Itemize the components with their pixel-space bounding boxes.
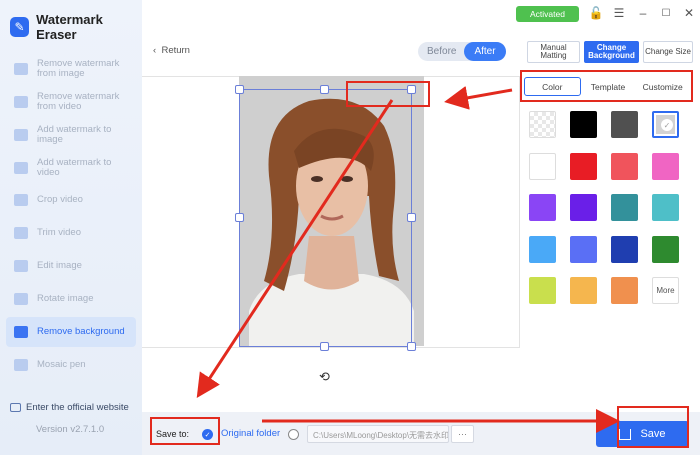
before-option[interactable]: Before	[427, 46, 456, 57]
sidebar-item-mosaic-pen[interactable]: Mosaic pen	[6, 350, 136, 380]
color-swatch[interactable]	[570, 194, 597, 221]
sidebar-item-rotate-image[interactable]: Rotate image	[6, 284, 136, 314]
color-swatch[interactable]	[529, 235, 556, 263]
activated-badge: Activated	[516, 6, 579, 22]
selection-box[interactable]	[239, 89, 412, 347]
app-header: ✎ Watermark Eraser	[10, 12, 142, 42]
color-swatch[interactable]	[529, 111, 556, 138]
sidebar-item-remove-watermark-video[interactable]: Remove watermark from video	[6, 87, 136, 117]
resize-handle-top[interactable]	[320, 85, 329, 94]
maximize-icon[interactable]: ☐	[658, 5, 674, 21]
monitor-icon	[10, 403, 21, 412]
color-swatch[interactable]	[529, 194, 556, 221]
video-icon	[14, 96, 28, 108]
edit-icon	[14, 260, 28, 272]
sidebar: ✎ Watermark Eraser Remove watermark from…	[0, 0, 142, 455]
color-swatch[interactable]	[652, 235, 679, 263]
sidebar-item-label: Add watermark to image	[37, 124, 112, 145]
browse-folder-button[interactable]: ···	[451, 425, 474, 443]
official-website-label: Enter the official website	[26, 402, 129, 413]
color-swatch[interactable]	[611, 235, 638, 263]
annotation-box-watermark	[346, 81, 430, 107]
close-icon[interactable]: ✕	[681, 5, 697, 21]
version-label: Version v2.7.1.0	[36, 424, 105, 435]
sidebar-item-label: Add watermark to video	[37, 157, 112, 178]
before-after-toggle[interactable]: Before After	[418, 42, 506, 61]
resize-handle-top-left[interactable]	[235, 85, 244, 94]
return-button[interactable]: ‹ Return	[153, 45, 190, 56]
sidebar-item-remove-watermark-image[interactable]: Remove watermark from image	[6, 54, 136, 84]
remove-background-icon	[14, 326, 28, 338]
tab-change-background[interactable]: Change Background	[584, 41, 639, 63]
annotation-box-color-tabs	[520, 70, 693, 102]
color-swatch[interactable]	[570, 235, 597, 263]
tab-change-size[interactable]: Change Size	[643, 41, 693, 63]
after-option[interactable]: After	[464, 42, 506, 61]
color-swatch[interactable]: ✓	[652, 111, 679, 138]
sidebar-item-label: Mosaic pen	[37, 359, 86, 370]
custom-folder-radio[interactable]	[288, 429, 299, 440]
mosaic-icon	[14, 359, 28, 371]
sidebar-item-label: Edit image	[37, 260, 82, 271]
annotation-box-save-to	[150, 417, 220, 445]
rotate-icon	[14, 293, 28, 305]
color-swatch[interactable]	[611, 111, 638, 138]
custom-path-field[interactable]: C:\Users\MLoong\Desktop\无需去水印	[307, 425, 449, 443]
color-swatch[interactable]	[611, 152, 638, 180]
sidebar-item-label: Remove watermark from image	[37, 58, 120, 79]
more-colors-button[interactable]: More	[652, 277, 679, 304]
resize-handle-bottom[interactable]	[320, 342, 329, 351]
color-swatch[interactable]	[570, 111, 597, 138]
resize-handle-bottom-right[interactable]	[407, 342, 416, 351]
sidebar-item-trim-video[interactable]: Trim video	[6, 218, 136, 248]
annotation-box-save-button	[617, 406, 689, 448]
sidebar-item-label: Crop video	[37, 194, 83, 205]
sidebar-item-label: Remove background	[37, 326, 125, 337]
resize-handle-left[interactable]	[235, 213, 244, 222]
app-title: Watermark Eraser	[36, 12, 103, 42]
return-label: Return	[161, 45, 190, 56]
color-swatch[interactable]	[652, 152, 679, 180]
official-website-link[interactable]: Enter the official website	[10, 402, 129, 413]
image-icon	[14, 63, 28, 75]
checkmark-icon: ✓	[661, 119, 673, 131]
menu-icon[interactable]: ☰	[611, 5, 627, 21]
color-swatch[interactable]	[611, 277, 638, 304]
original-folder-label[interactable]: Original folder	[221, 428, 280, 439]
lock-icon[interactable]: 🔓	[588, 5, 604, 21]
sidebar-item-add-watermark-image[interactable]: Add watermark to image	[6, 120, 136, 150]
color-swatch[interactable]	[529, 152, 556, 180]
tab-manual-matting[interactable]: Manual Matting	[527, 41, 580, 63]
sidebar-item-label: Rotate image	[37, 293, 94, 304]
sidebar-item-crop-video[interactable]: Crop video	[6, 185, 136, 215]
color-swatch[interactable]	[570, 152, 597, 180]
sidebar-item-label: Remove watermark from video	[37, 91, 120, 112]
color-swatch[interactable]	[652, 194, 679, 221]
minimize-icon[interactable]: –	[635, 5, 651, 21]
sidebar-item-edit-image[interactable]: Edit image	[6, 251, 136, 281]
reset-rotate-icon[interactable]: ⟲	[319, 369, 330, 385]
crop-icon	[14, 194, 28, 206]
sidebar-item-label: Trim video	[37, 227, 81, 238]
add-image-icon	[14, 129, 28, 141]
app-logo-icon: ✎	[10, 17, 30, 37]
resize-handle-right[interactable]	[407, 213, 416, 222]
color-swatch[interactable]	[611, 194, 638, 221]
color-swatch[interactable]	[529, 277, 556, 304]
sidebar-item-remove-background[interactable]: Remove background	[6, 317, 136, 347]
add-video-icon	[14, 162, 28, 174]
color-swatch[interactable]	[570, 277, 597, 304]
trim-icon	[14, 227, 28, 239]
sidebar-item-add-watermark-video[interactable]: Add watermark to video	[6, 153, 136, 183]
